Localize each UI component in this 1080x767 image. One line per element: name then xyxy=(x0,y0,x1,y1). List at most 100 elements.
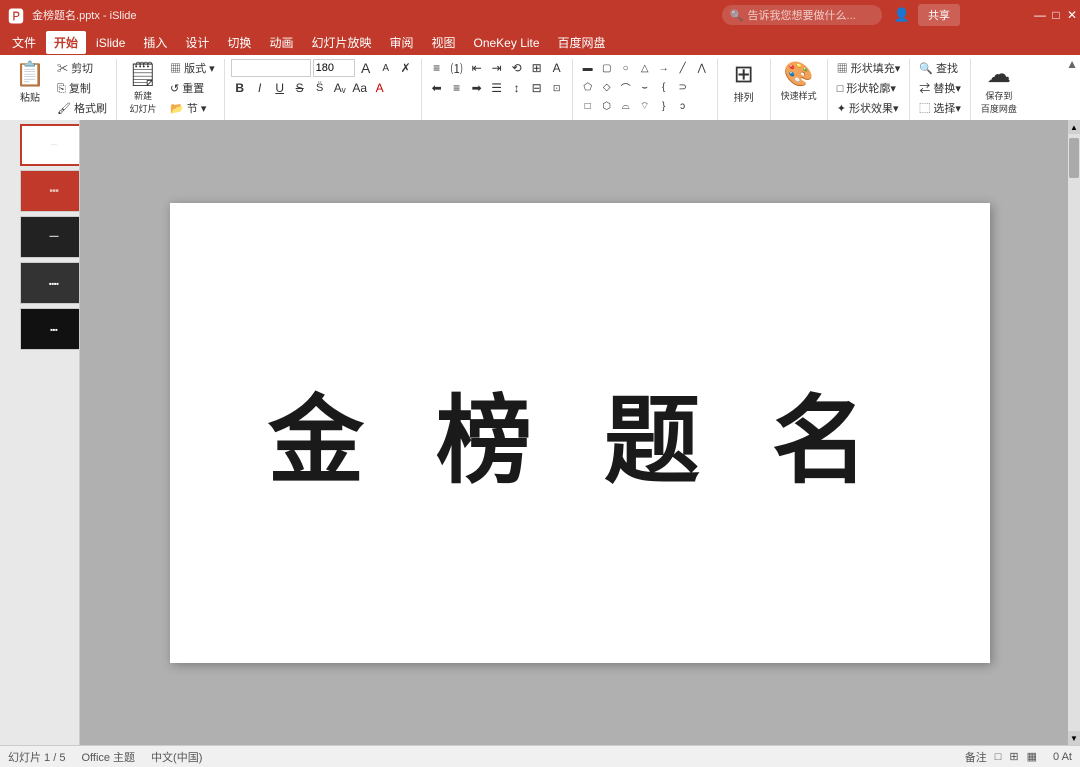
slide-canvas[interactable]: 金 榜 题 名 xyxy=(170,203,990,663)
search-placeholder[interactable]: 告诉我您想要做什么... xyxy=(748,7,856,23)
scroll-up-button[interactable]: ▲ xyxy=(1068,120,1080,134)
align-left-button[interactable]: ⬅ xyxy=(428,79,446,97)
strikethrough-button[interactable]: S xyxy=(291,79,309,97)
shape-right-arrow-button[interactable]: → xyxy=(655,59,673,77)
font-name-input[interactable] xyxy=(231,59,311,77)
shape-outline-button[interactable]: □ 形状轮廓▾ xyxy=(834,79,904,97)
font-spacing-button[interactable]: Aᵥ xyxy=(331,79,349,97)
slide-sorter-button[interactable]: ⊞ xyxy=(1009,750,1018,763)
paste-button[interactable]: 📋 粘贴 xyxy=(10,59,50,108)
smartart-button[interactable]: ⊞ xyxy=(528,59,546,77)
font-case-button[interactable]: Aa xyxy=(351,79,369,97)
slide-thumbnail-4[interactable]: ■■■■ xyxy=(20,262,80,304)
menu-design[interactable]: 设计 xyxy=(177,31,217,54)
text-shadow-para-button[interactable]: A xyxy=(548,59,566,77)
clear-format-button[interactable]: ✗ xyxy=(397,59,415,77)
replace-button[interactable]: ⇄ 替换▾ xyxy=(916,79,964,97)
decrease-indent-button[interactable]: ⇤ xyxy=(468,59,486,77)
shape-circle-button[interactable]: ○ xyxy=(617,59,635,77)
shape-curve-button[interactable]: ⌒ xyxy=(617,78,635,96)
menu-transitions[interactable]: 切换 xyxy=(219,31,259,54)
shape-brace2-button[interactable]: } xyxy=(655,97,673,115)
slide-thumbnail-5[interactable]: ■■■ xyxy=(20,308,80,350)
shape-triangle-button[interactable]: △ xyxy=(636,59,654,77)
vertical-scrollbar[interactable]: ▲ ▼ xyxy=(1068,120,1080,745)
shape-brace-button[interactable]: { xyxy=(655,78,673,96)
increase-indent-button[interactable]: ⇥ xyxy=(488,59,506,77)
menu-islide[interactable]: iSlide xyxy=(88,33,133,53)
menu-review[interactable]: 审阅 xyxy=(381,31,421,54)
shape-callout1-button[interactable]: □ xyxy=(579,97,597,115)
maximize-button[interactable]: □ xyxy=(1048,7,1064,23)
italic-button[interactable]: I xyxy=(251,79,269,97)
menu-animations[interactable]: 动画 xyxy=(261,31,301,54)
normal-view-button[interactable]: □ xyxy=(995,751,1002,763)
cut-button[interactable]: ✂ 剪切 xyxy=(54,59,110,77)
shape-callout2-button[interactable]: ⬡ xyxy=(598,97,616,115)
shape-chevron-button[interactable]: ⋀ xyxy=(693,59,711,77)
copy-button[interactable]: ⎘ 复制 xyxy=(54,79,110,97)
shape-scroll-button[interactable]: ↄ xyxy=(674,97,692,115)
line-spacing-button[interactable]: ↕ xyxy=(508,79,526,97)
new-slide-button[interactable]: 🗒 新建 幻灯片 xyxy=(123,59,163,119)
shape-misc-button[interactable]: ⊃ xyxy=(674,78,692,96)
minimize-button[interactable]: — xyxy=(1032,7,1048,23)
font-color-button[interactable]: A xyxy=(371,79,389,97)
reading-view-button[interactable]: ▦ xyxy=(1027,750,1037,763)
underline-button[interactable]: U xyxy=(271,79,289,97)
menu-view[interactable]: 视图 xyxy=(423,31,463,54)
shape-arc2-button[interactable]: ⌔ xyxy=(636,97,654,115)
menu-slideshow[interactable]: 幻灯片放映 xyxy=(303,31,379,54)
layout-button[interactable]: ▦ 版式 ▾ xyxy=(167,59,218,77)
justify-button[interactable]: ☰ xyxy=(488,79,506,97)
numbered-list-button[interactable]: ⑴ xyxy=(448,59,466,77)
menu-onekey[interactable]: OneKey Lite xyxy=(466,33,548,53)
menu-file[interactable]: 文件 xyxy=(4,31,44,54)
save-content: ☁ 保存到 百度网盘 xyxy=(977,59,1021,119)
search-box[interactable]: 🔍 告诉我您想要做什么... xyxy=(722,5,882,25)
ribbon-expand-button[interactable]: ▲ xyxy=(1066,57,1078,71)
menu-home[interactable]: 开始 xyxy=(46,31,86,54)
close-button[interactable]: ✕ xyxy=(1064,7,1080,23)
notes-button[interactable]: 备注 xyxy=(965,749,987,765)
bold-button[interactable]: B xyxy=(231,79,249,97)
scroll-down-button[interactable]: ▼ xyxy=(1068,731,1080,745)
shape-pentagon-button[interactable]: ⬠ xyxy=(579,78,597,96)
align-right-button[interactable]: ➡ xyxy=(468,79,486,97)
shape-rect-button[interactable]: ▬ xyxy=(579,59,597,77)
scroll-thumb[interactable] xyxy=(1069,138,1079,178)
font-size-input[interactable] xyxy=(313,59,355,77)
save-baidu-button[interactable]: ☁ 保存到 百度网盘 xyxy=(977,59,1021,119)
shape-effect-button[interactable]: ✦ 形状效果▾ xyxy=(834,99,904,117)
slide-thumbnail-2[interactable]: ■■■ xyxy=(20,170,80,212)
shape-line-button[interactable]: ╱ xyxy=(674,59,692,77)
slide-thumbnail-3[interactable]: ━━━ xyxy=(20,216,80,258)
section-button[interactable]: 📂 节 ▾ xyxy=(167,99,218,117)
bullet-list-button[interactable]: ≡ xyxy=(428,59,446,77)
user-icon[interactable]: 👤 xyxy=(894,7,910,23)
arrange-button[interactable]: ⊞ 排列 xyxy=(724,59,764,108)
align-center-button[interactable]: ≡ xyxy=(448,79,466,97)
select-button[interactable]: ⬚ 选择▾ xyxy=(916,99,964,117)
more-para-button[interactable]: ⊡ xyxy=(548,79,566,97)
shape-curve2-button[interactable]: ⌣ xyxy=(636,78,654,96)
text-direction-button[interactable]: ⟲ xyxy=(508,59,526,77)
quickstyles-button[interactable]: 🎨 快速样式 xyxy=(777,59,821,106)
menu-insert[interactable]: 插入 xyxy=(135,31,175,54)
find-button[interactable]: 🔍 查找 xyxy=(916,59,964,77)
slide-thumb-wrap-4: 4 ■■■■ xyxy=(4,262,75,304)
format-painter-button[interactable]: 🖌 格式刷 xyxy=(54,99,110,117)
font-size-decrease-button[interactable]: A xyxy=(377,59,395,77)
share-button[interactable]: 共享 xyxy=(918,4,960,26)
font-size-increase-button[interactable]: A xyxy=(357,59,375,77)
slide-main-text[interactable]: 金 榜 题 名 xyxy=(268,363,892,502)
slide-thumbnail-1[interactable]: ··· xyxy=(20,124,80,166)
shape-round-button[interactable]: ▢ xyxy=(598,59,616,77)
reset-button[interactable]: ↺ 重置 xyxy=(167,79,218,97)
shape-arc-button[interactable]: ⌓ xyxy=(617,97,635,115)
columns-button[interactable]: ⊟ xyxy=(528,79,546,97)
shape-fill-button[interactable]: ▦ 形状填充▾ xyxy=(834,59,904,77)
menu-baidu[interactable]: 百度网盘 xyxy=(550,31,614,54)
text-shadow-button[interactable]: S̈ xyxy=(311,79,329,97)
shape-diamond-button[interactable]: ◇ xyxy=(598,78,616,96)
